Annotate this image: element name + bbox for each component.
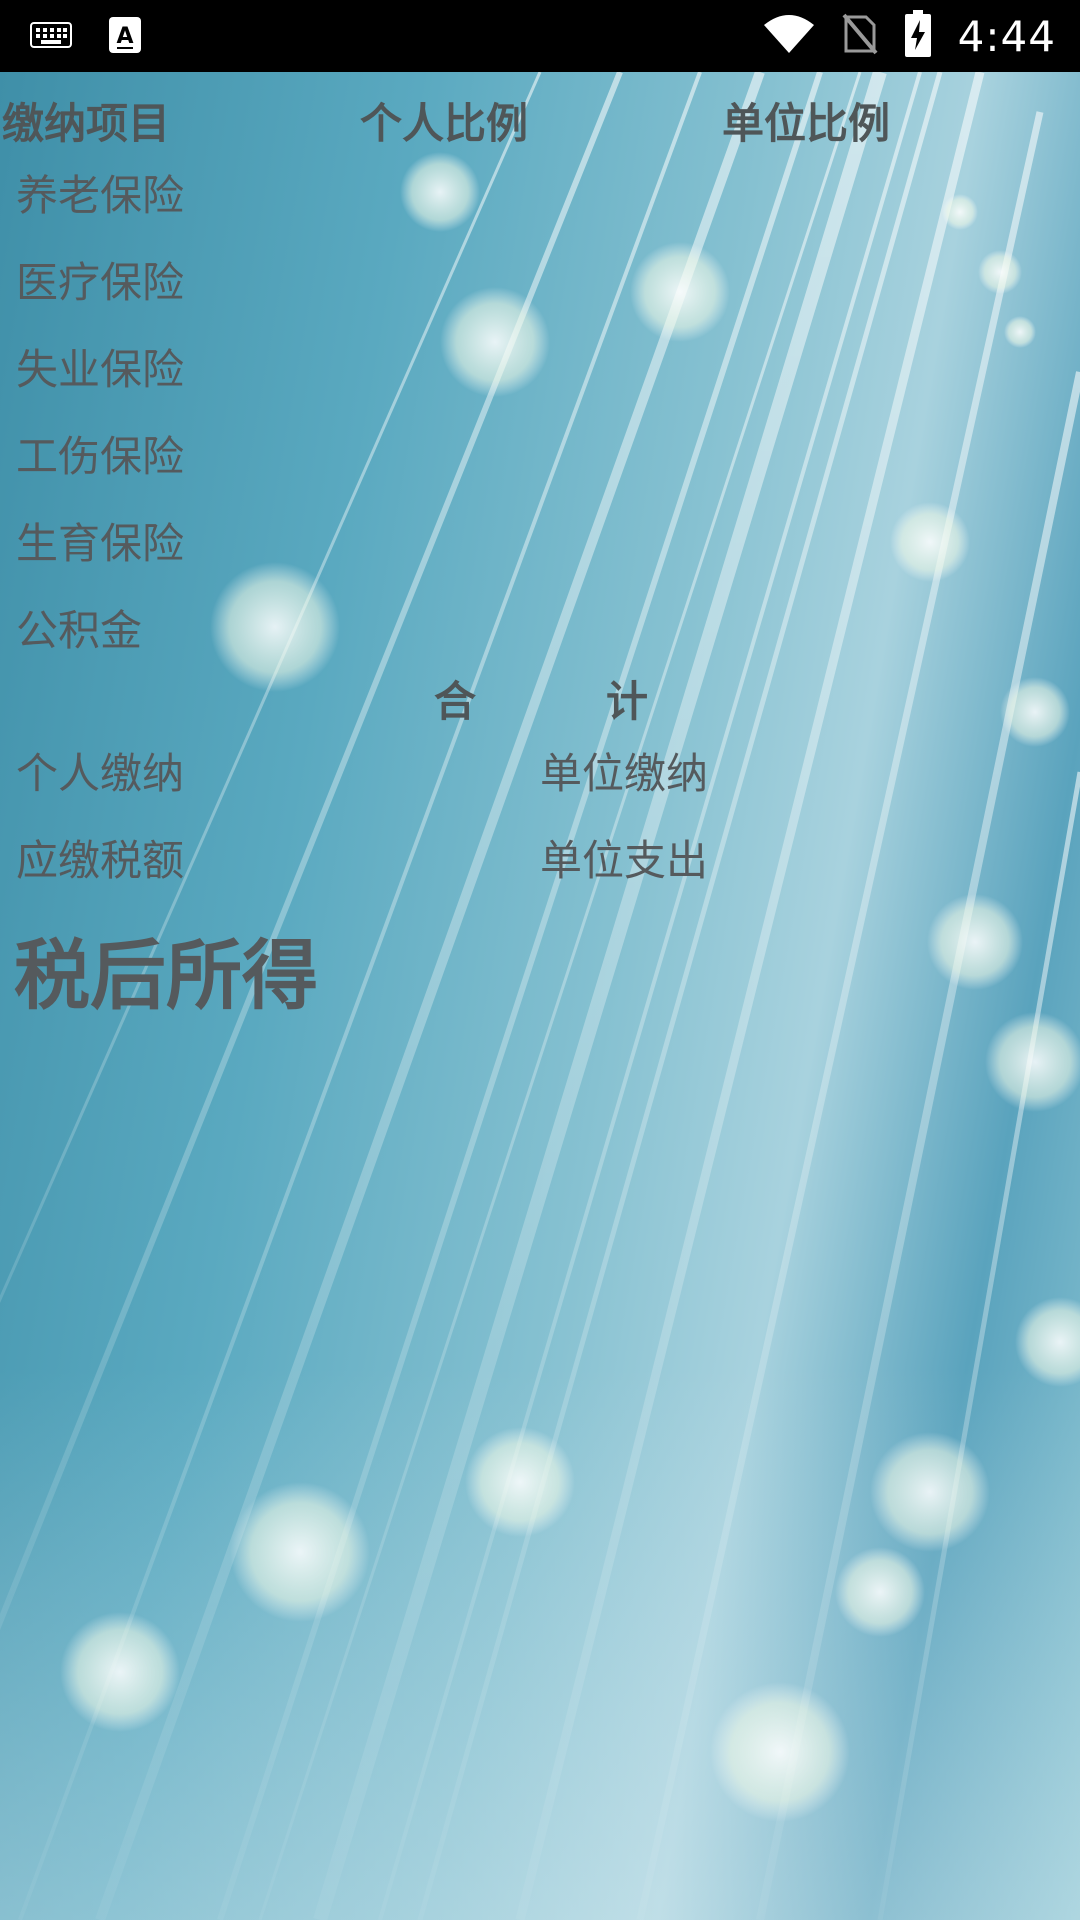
no-sim-signal-icon [842,13,878,59]
tax-due-label: 应缴税额 [16,836,185,885]
row-label-medical: 医疗保险 [16,258,185,307]
after-tax-income-label: 税后所得 [14,931,318,1020]
header-personal-ratio: 个人比例 [360,99,529,148]
row-label-housing-fund: 公积金 [16,606,143,655]
row-label-unemployment: 失业保险 [16,345,185,394]
total-label-char2: 计 [606,677,649,726]
row-label-work-injury: 工伤保险 [16,432,185,481]
row-label-pension: 养老保险 [16,171,185,220]
battery-charging-icon [904,10,932,62]
header-company-ratio: 单位比例 [722,99,891,148]
salary-calculator-screen: 缴纳项目 个人比例 单位比例 养老保险 医疗保险 失业保险 工伤保险 生育保险 … [0,72,1080,1920]
svg-text:A: A [116,24,133,49]
company-expense-label: 单位支出 [540,836,709,885]
status-clock: 4:44 [957,11,1056,61]
wifi-icon [762,13,816,59]
keyboard-icon [30,22,72,52]
status-right-icons: 4:44 [762,8,1056,64]
status-left-icons: A [30,16,142,58]
header-payment-item: 缴纳项目 [2,99,171,148]
personal-payment-label: 个人缴纳 [16,749,185,798]
status-bar: A 4:44 [0,0,1080,72]
total-label-char1: 合 [434,677,477,726]
company-payment-label: 单位缴纳 [540,749,709,798]
text-input-a-icon: A [108,16,142,58]
row-label-maternity: 生育保险 [16,519,185,568]
